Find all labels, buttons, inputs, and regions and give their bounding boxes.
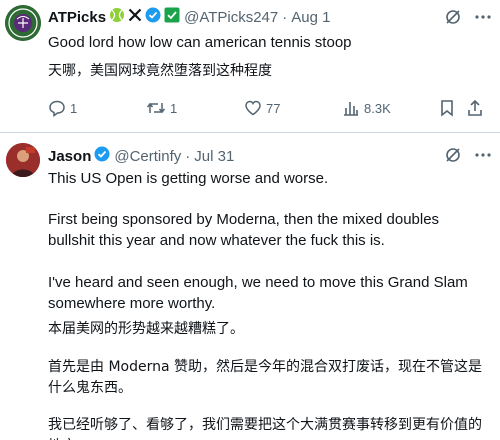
tweet-actions: 1 1 77 8.3K — [48, 99, 488, 123]
view-count: 8.3K — [364, 100, 391, 116]
tweet-atpicks[interactable]: ATPicks @ATPicks247 · Aug 1 Good lord ho… — [0, 0, 500, 133]
verified-gold-icon — [164, 7, 180, 29]
tweet-top-actions — [444, 146, 492, 164]
user-photo-icon — [6, 143, 40, 177]
tweet-header: Jason @Certinfy · Jul 31 — [48, 146, 234, 168]
tweet-paragraph: This US Open is getting worse and worse. — [48, 170, 329, 187]
more-options-icon[interactable] — [474, 146, 492, 164]
repost-count: 1 — [170, 100, 178, 116]
separator: · — [185, 148, 191, 165]
wimbledon-logo-icon — [5, 5, 41, 41]
share-icon — [468, 99, 482, 116]
reply-icon — [49, 100, 65, 117]
verified-icon — [94, 146, 110, 168]
tweet-paragraph: First being sponsored by Moderna, then t… — [48, 211, 440, 249]
avatar[interactable] — [6, 143, 40, 177]
timestamp[interactable]: Aug 1 — [291, 8, 330, 28]
tennis-ball-icon — [109, 7, 125, 29]
tweet-paragraph-translation: 本届美网的形势越来越糟糕了。 — [48, 321, 244, 337]
handle[interactable]: @ATPicks247 — [184, 8, 278, 28]
display-name[interactable]: ATPicks — [48, 8, 106, 28]
reply-button[interactable]: 1 — [48, 99, 77, 117]
repost-button[interactable]: 1 — [146, 99, 177, 117]
tweet-paragraph-translation: 首先是由 Moderna 赞助，然后是今年的混合双打废话，现在不管这是什么鬼东西… — [48, 359, 483, 396]
more-options-icon[interactable] — [474, 8, 492, 26]
like-button[interactable]: 77 — [244, 99, 280, 117]
x-logo-icon — [128, 8, 142, 28]
repost-icon — [146, 102, 166, 114]
grok-icon[interactable] — [444, 8, 462, 26]
tweet-top-actions — [444, 8, 492, 26]
bookmark-button[interactable] — [438, 99, 460, 117]
reply-count: 1 — [70, 100, 78, 116]
timestamp[interactable]: Jul 31 — [194, 147, 234, 167]
display-name[interactable]: Jason — [48, 147, 91, 167]
handle[interactable]: @Certinfy — [114, 147, 181, 167]
like-count: 77 — [266, 100, 281, 116]
avatar[interactable] — [5, 5, 41, 41]
views-button[interactable]: 8.3K — [342, 99, 391, 117]
grok-icon[interactable] — [444, 146, 462, 164]
verified-icon — [145, 7, 161, 29]
tweet-text: Good lord how low can american tennis st… — [48, 34, 352, 51]
heart-icon — [245, 100, 261, 116]
tweet-paragraph-translation: 我已经听够了、看够了，我们需要把这个大满贯赛事转移到更有价值的地方。 — [48, 417, 482, 440]
separator: · — [282, 9, 288, 26]
bookmark-icon — [441, 100, 453, 117]
tweet-text-translation: 天哪，美国网球竟然堕落到这种程度 — [48, 63, 272, 79]
views-icon — [344, 102, 358, 116]
tweet-header: ATPicks @ATPicks247 · Aug 1 — [48, 7, 330, 29]
tweet-paragraph: I've heard and seen enough, we need to m… — [48, 274, 468, 312]
share-button[interactable] — [466, 99, 488, 117]
